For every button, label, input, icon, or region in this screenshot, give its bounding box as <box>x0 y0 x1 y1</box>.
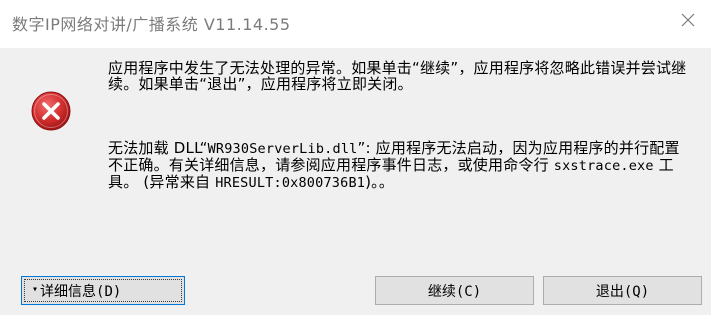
continue-button[interactable]: 继续(C) <box>375 276 534 305</box>
exit-button-label: 退出(Q) <box>595 283 650 300</box>
hresult-code: HRESULT:0x800736B1 <box>215 175 366 191</box>
detail-end: )。。 <box>365 173 395 191</box>
details-button-label: 详细信息(D) <box>40 283 122 300</box>
detail-prefix: 无法加载 DLL“ <box>108 139 208 157</box>
exit-button[interactable]: 退出(Q) <box>543 276 702 305</box>
dll-name: WR930ServerLib.dll <box>207 141 358 157</box>
chevron-down-icon: ▾ <box>32 284 39 295</box>
sxstrace-command: sxstrace.exe <box>553 158 654 174</box>
window-title: 数字IP网络对讲/广播系统 V11.14.55 <box>12 15 291 34</box>
error-icon <box>31 91 71 131</box>
details-button[interactable]: ▾ 详细信息(D) <box>21 276 185 305</box>
title-bar: 数字IP网络对讲/广播系统 V11.14.55 <box>0 0 711 48</box>
close-icon <box>681 13 695 27</box>
continue-button-label: 继续(C) <box>427 283 482 300</box>
error-message-detail: 无法加载 DLL“WR930ServerLib.dll”: 应用程序无法启动，因… <box>108 140 688 191</box>
error-dialog: 数字IP网络对讲/广播系统 V11.14.55 应用程序中发生了无法处理的异常。… <box>0 0 711 315</box>
error-message-summary: 应用程序中发生了无法处理的异常。如果单击“继续”，应用程序将忽略此错误并尝试继续… <box>108 59 687 93</box>
close-button[interactable] <box>665 0 711 40</box>
